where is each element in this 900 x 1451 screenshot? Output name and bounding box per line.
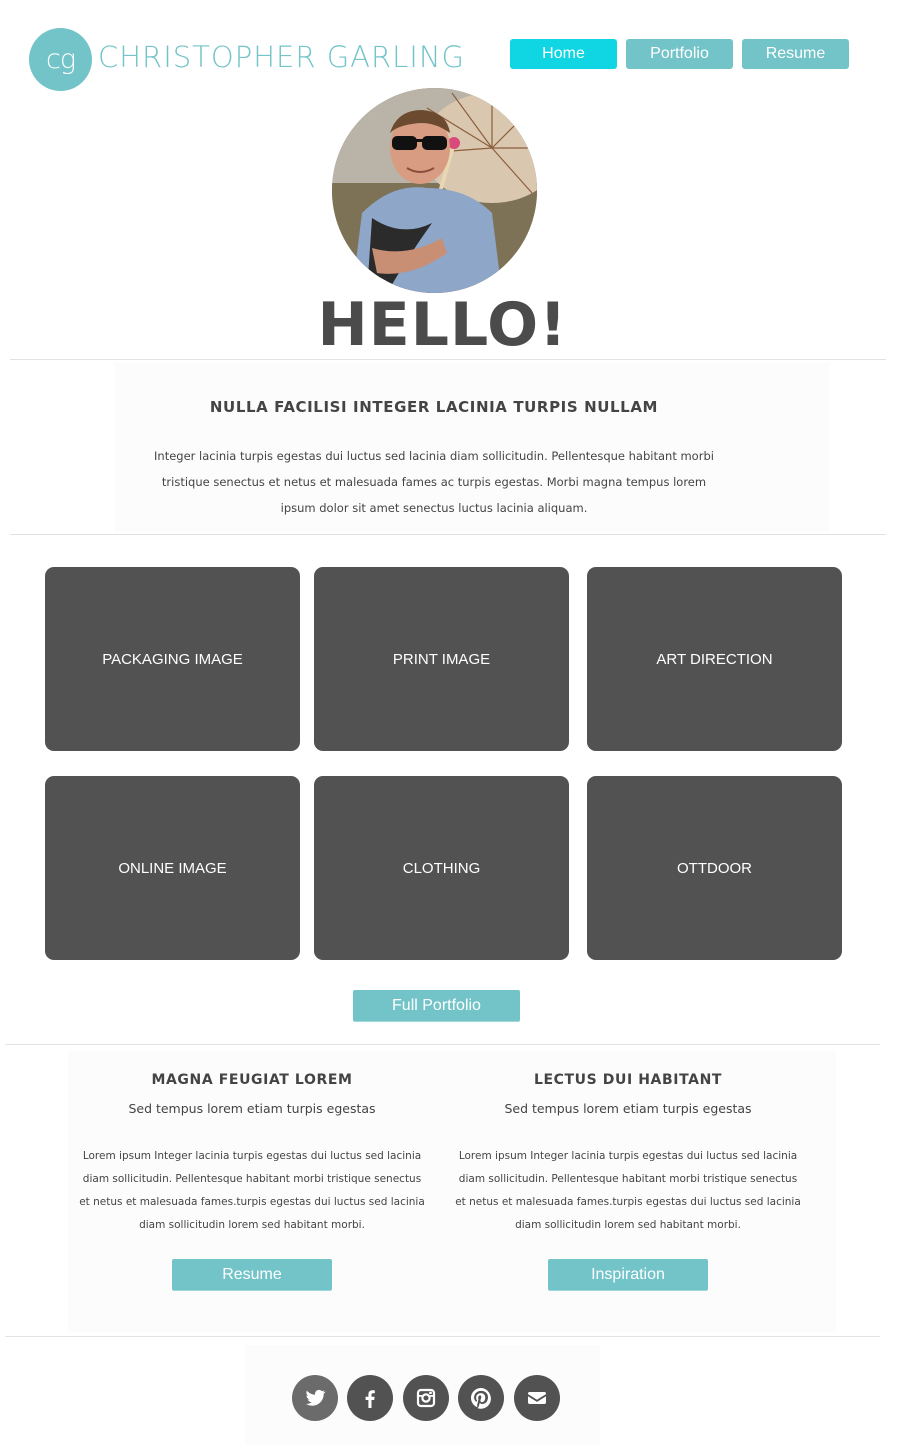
nav-portfolio-button[interactable]: Portfolio bbox=[626, 39, 733, 69]
column-text: Lorem ipsum Integer lacinia turpis egest… bbox=[79, 1150, 425, 1231]
tile-label: CLOTHING bbox=[402, 859, 481, 877]
tile-label: ART DIRECTION bbox=[656, 650, 773, 668]
logo-initials: cg bbox=[45, 44, 76, 75]
twitter-icon[interactable] bbox=[292, 1375, 338, 1421]
inspiration-button[interactable]: Inspiration bbox=[548, 1259, 708, 1290]
column-subtitle: Sed tempus lorem etiam turpis egestas bbox=[128, 1101, 376, 1116]
intro-text: Integer lacinia turpis egestas dui luctu… bbox=[154, 449, 714, 515]
pinterest-icon[interactable] bbox=[458, 1375, 504, 1421]
resume-button[interactable]: Resume bbox=[172, 1259, 332, 1290]
tile-art-direction[interactable]: ART DIRECTION bbox=[587, 567, 842, 751]
tile-label: ONLINE IMAGE bbox=[118, 859, 227, 877]
facebook-icon[interactable] bbox=[347, 1375, 393, 1421]
column-subtitle: Sed tempus lorem etiam turpis egestas bbox=[504, 1101, 752, 1116]
divider bbox=[5, 1336, 880, 1337]
hero-greeting: HELLO! bbox=[317, 290, 568, 360]
divider bbox=[10, 534, 886, 535]
site-name[interactable]: CHRISTOPHER GARLING bbox=[98, 40, 465, 74]
tile-online-image[interactable]: ONLINE IMAGE bbox=[45, 776, 300, 960]
logo-badge[interactable]: cg bbox=[29, 28, 92, 91]
column-title: MAGNA FEUGIAT LOREM bbox=[151, 1072, 353, 1088]
tile-clothing[interactable]: CLOTHING bbox=[314, 776, 569, 960]
tile-outdoor[interactable]: OTTDOOR bbox=[587, 776, 842, 960]
tile-print-image[interactable]: PRINT IMAGE bbox=[314, 567, 569, 751]
profile-photo bbox=[332, 88, 537, 293]
column-title: LECTUS DUI HABITANT bbox=[533, 1072, 723, 1088]
tile-label: OTTDOOR bbox=[677, 859, 752, 877]
nav-home-button[interactable]: Home bbox=[510, 39, 617, 69]
divider bbox=[10, 359, 886, 360]
divider bbox=[5, 1044, 880, 1045]
full-portfolio-button[interactable]: Full Portfolio bbox=[353, 990, 520, 1021]
tile-label: PRINT IMAGE bbox=[392, 650, 491, 668]
email-icon[interactable] bbox=[514, 1375, 560, 1421]
intro-title: NULLA FACILISI INTEGER LACINIA TURPIS NU… bbox=[209, 398, 659, 416]
tile-packaging-image[interactable]: PACKAGING IMAGE bbox=[45, 567, 300, 751]
instagram-icon[interactable] bbox=[403, 1375, 449, 1421]
nav-resume-button[interactable]: Resume bbox=[742, 39, 849, 69]
column-text: Lorem ipsum Integer lacinia turpis egest… bbox=[455, 1150, 801, 1231]
tile-label: PACKAGING IMAGE bbox=[102, 650, 243, 668]
